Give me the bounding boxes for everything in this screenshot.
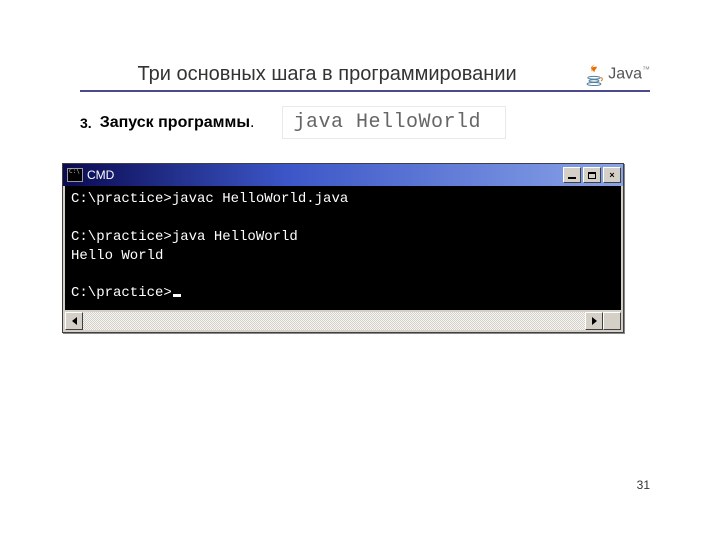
cmd-system-icon[interactable] xyxy=(67,168,83,182)
cmd-titlebar[interactable]: CMD × xyxy=(63,164,623,186)
cmd-output[interactable]: C:\practice>javac HelloWorld.java C:\pra… xyxy=(63,186,623,310)
step-number: 3. xyxy=(80,115,92,131)
minimize-button[interactable] xyxy=(563,167,581,183)
cursor-icon xyxy=(173,294,181,297)
horizontal-scrollbar[interactable] xyxy=(63,310,623,332)
step-row: 3. Запуск программы. java HelloWorld xyxy=(80,106,650,139)
scroll-track[interactable] xyxy=(83,312,585,330)
java-cup-icon xyxy=(584,60,604,88)
command-sample: java HelloWorld xyxy=(282,106,506,139)
scroll-left-button[interactable] xyxy=(65,312,83,330)
java-word: Java™ xyxy=(608,65,650,83)
close-button[interactable]: × xyxy=(603,167,621,183)
page-number: 31 xyxy=(637,478,650,492)
step-text-group: Запуск программы. xyxy=(100,114,255,132)
java-logo: Java™ xyxy=(574,60,650,88)
scroll-right-button[interactable] xyxy=(585,312,603,330)
slide-title: Три основных шага в программировании xyxy=(80,63,574,86)
arrow-left-icon xyxy=(72,317,77,325)
cmd-title: CMD xyxy=(87,168,559,182)
arrow-right-icon xyxy=(592,317,597,325)
maximize-button[interactable] xyxy=(583,167,601,183)
resize-grip[interactable] xyxy=(603,312,621,330)
slide-title-row: Три основных шага в программировании Jav… xyxy=(80,60,650,92)
cmd-window: CMD × C:\practice>javac HelloWorld.java … xyxy=(62,163,624,333)
window-buttons: × xyxy=(563,167,621,183)
